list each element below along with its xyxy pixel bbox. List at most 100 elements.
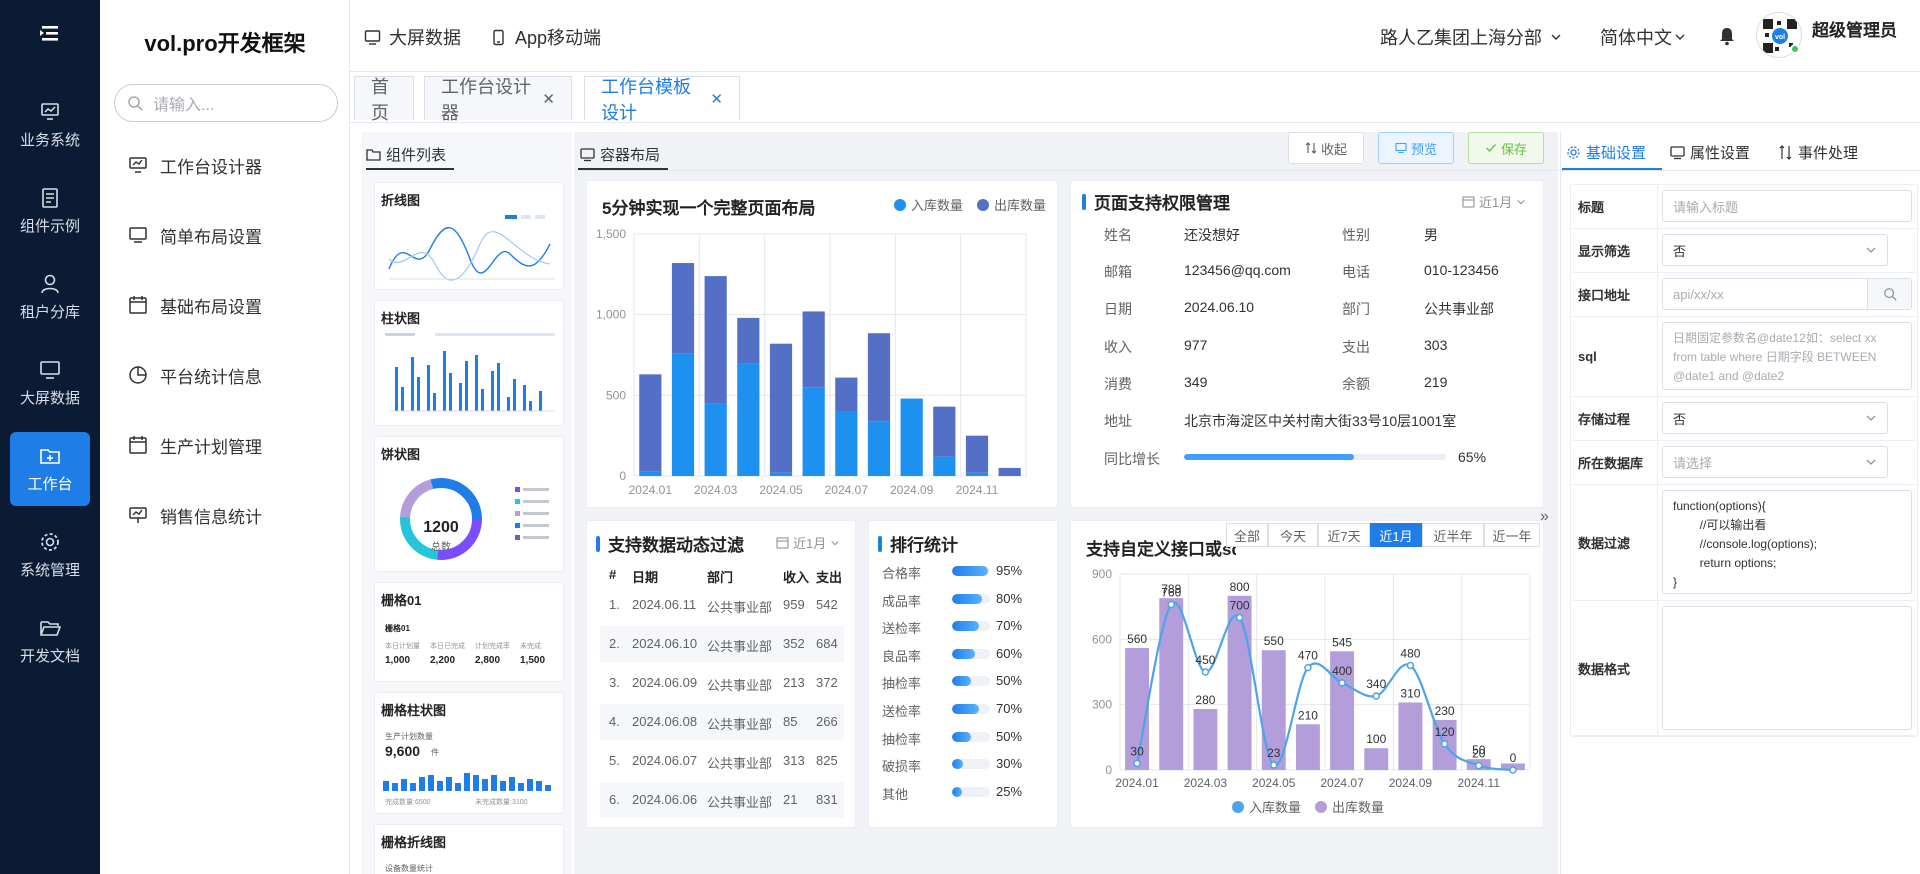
props-select[interactable]: 否 — [1662, 402, 1888, 434]
props-tab-basic[interactable]: 基础设置 — [1566, 142, 1646, 163]
props-input[interactable]: 请输入标题 — [1662, 190, 1912, 222]
props-tab-events[interactable]: 事件处理 — [1778, 142, 1858, 163]
language-selector[interactable]: 简体中文 — [1600, 24, 1686, 50]
menu-item-4[interactable]: 生产计划管理 — [128, 425, 262, 465]
rail-item-4[interactable]: 工作台 — [10, 432, 90, 506]
rail-item-5[interactable]: 系统管理 — [10, 518, 90, 592]
table-cell: 266 — [816, 714, 838, 729]
palette-card-grid01[interactable]: 栅格01 栅格01 本日计划量 本日已完成 计划完成率 未完成 1,000 2,… — [374, 582, 564, 682]
close-icon[interactable]: ✕ — [710, 90, 723, 108]
search-button[interactable] — [1867, 279, 1911, 309]
menu-item-0[interactable]: 工作台设计器 — [128, 145, 262, 185]
bar-out — [867, 333, 891, 422]
table-cell: 2024.06.10 — [632, 636, 698, 651]
bell-icon[interactable] — [1718, 26, 1736, 46]
bar-out — [1193, 709, 1218, 770]
rank-label: 送检率 — [882, 621, 922, 637]
field-key: 日期 — [1104, 301, 1132, 318]
calendar-icon — [129, 436, 147, 454]
grid01-value-1: 1,000 — [385, 655, 411, 666]
palette-card-pie[interactable]: 饼状图 1200 总数 — [374, 436, 564, 572]
rank-label: 送检率 — [882, 704, 922, 719]
rail-item-3[interactable]: 大屏数据 — [10, 346, 90, 420]
preview-button[interactable]: 预览 — [1378, 132, 1454, 164]
palette-card-line[interactable]: 折线图 — [374, 182, 564, 290]
props-select[interactable]: 请选择 — [1662, 446, 1888, 478]
close-icon[interactable]: ✕ — [542, 90, 555, 108]
gear-icon — [1567, 146, 1580, 159]
props-code-editor[interactable]: function(options){ //可以输出看 //console.log… — [1662, 490, 1912, 594]
rank-label: 抽检率 — [882, 731, 922, 747]
line-point — [1235, 613, 1244, 622]
menu-item-3[interactable]: 平台统计信息 — [128, 355, 262, 395]
rail-item-1[interactable]: 组件示例 — [10, 174, 90, 248]
header-link-app[interactable]: App移动端 — [490, 24, 601, 50]
rank-value: 30% — [996, 756, 1023, 772]
palette-card-gridline[interactable]: 栅格折线图 设备数量统计 — [374, 824, 564, 874]
card-table-period[interactable]: 近1月 — [776, 533, 840, 552]
code-line: //console.log(options); — [1673, 537, 1818, 551]
line-point — [1304, 663, 1312, 672]
side-menu: vol.pro开发框架 请输入... 工作台设计器 简单布局设置 基础布局设置 平台统… — [100, 0, 350, 874]
table-cell: 公共事业部 — [707, 795, 773, 810]
table-cell: 85 — [783, 714, 798, 729]
palette-tab[interactable]: 组件列表 — [366, 144, 446, 165]
title-accent-bar — [878, 535, 882, 552]
line-data-label: 0 — [1510, 751, 1517, 765]
user-name[interactable]: 超级管理员 — [1812, 16, 1897, 41]
x-tick-label: 2024.09 — [890, 483, 934, 497]
card-permission-period[interactable]: 近1月 — [1462, 192, 1526, 211]
props-textarea[interactable] — [1662, 606, 1912, 730]
props-select[interactable]: 否 — [1662, 234, 1888, 266]
table-cell: 213 — [783, 675, 805, 690]
rank-value: 25% — [996, 783, 1023, 799]
tab-home[interactable]: 首页 — [354, 76, 414, 123]
palette-card-gridbar[interactable]: 栅格柱状图 生产计划数量 9,600 件 完成数量:6500 未完成数量:310… — [374, 692, 564, 814]
card-combo-legend: 入库数量 出库数量 — [1232, 797, 1384, 816]
tab-workbench-designer[interactable]: 工作台设计器 ✕ — [424, 76, 572, 123]
menu-search-input[interactable]: 请输入... — [114, 84, 338, 122]
props-input[interactable]: api/xx/xx — [1662, 278, 1912, 310]
header-link-screen[interactable]: 大屏数据 — [364, 24, 461, 50]
org-selector[interactable]: 路人乙集团上海分部 — [1380, 24, 1562, 50]
tab-template-design[interactable]: 工作台模板设计 ✕ — [584, 76, 740, 123]
x-tick-label: 2024.01 — [629, 483, 673, 497]
preview-button-label: 预览 — [1410, 141, 1437, 157]
field-value: 010-123456 — [1424, 262, 1499, 279]
mobile-icon — [493, 29, 504, 45]
props-textarea[interactable]: 日期固定参数名@date12如：select xx from table whe… — [1662, 322, 1912, 390]
menu-item-5[interactable]: 销售信息统计 — [128, 495, 262, 535]
menu-item-2[interactable]: 基础布局设置 — [128, 285, 262, 325]
canvas-tab[interactable]: 容器布局 — [580, 144, 660, 165]
rail-item-6[interactable]: 开发文档 — [10, 604, 90, 678]
y-tick-label: 900 — [1092, 567, 1112, 581]
field-key: 收入 — [1104, 338, 1132, 355]
menu-item-1[interactable]: 简单布局设置 — [128, 215, 262, 255]
rank-label: 成品率 — [882, 593, 922, 609]
palette-card-bar[interactable]: 柱状图 — [374, 300, 564, 426]
x-tick-label: 2024.03 — [1184, 776, 1228, 790]
props-tab-attr[interactable]: 属性设置 — [1670, 142, 1750, 163]
card-permission-title: 页面支持权限管理 — [1082, 189, 1230, 214]
props-label: 数据过滤 — [1578, 535, 1631, 551]
menu-item-label: 生产计划管理 — [160, 437, 262, 457]
table-cell: 2024.06.09 — [632, 675, 698, 690]
save-button[interactable]: 保存 — [1468, 132, 1544, 164]
props-label: 存储过程 — [1578, 411, 1631, 427]
tab-template-design-label: 工作台模板设计 — [601, 76, 691, 123]
hamburger-menu-icon[interactable] — [36, 22, 64, 44]
collapse-button[interactable]: 收起 — [1288, 132, 1364, 164]
grid01-label-3: 计划完成率 — [475, 643, 510, 650]
rank-label: 抽检率 — [882, 676, 922, 692]
props-placeholder: 日期固定参数名@date12如：select xx from table whe… — [1673, 331, 1877, 383]
gridbar-footer-left: 完成数量:6500 — [385, 799, 431, 806]
rail-item-2[interactable]: 租户分库 — [10, 260, 90, 334]
expand-right-icon[interactable]: » — [1540, 508, 1549, 526]
search-icon — [1883, 288, 1897, 301]
table-header-cell: 部门 — [707, 570, 734, 585]
rank-progress — [952, 593, 990, 604]
rank-progress — [952, 731, 990, 742]
rank-progress-fill — [952, 566, 989, 576]
bar-out — [802, 311, 825, 388]
rail-item-0[interactable]: 业务系统 — [10, 88, 90, 162]
